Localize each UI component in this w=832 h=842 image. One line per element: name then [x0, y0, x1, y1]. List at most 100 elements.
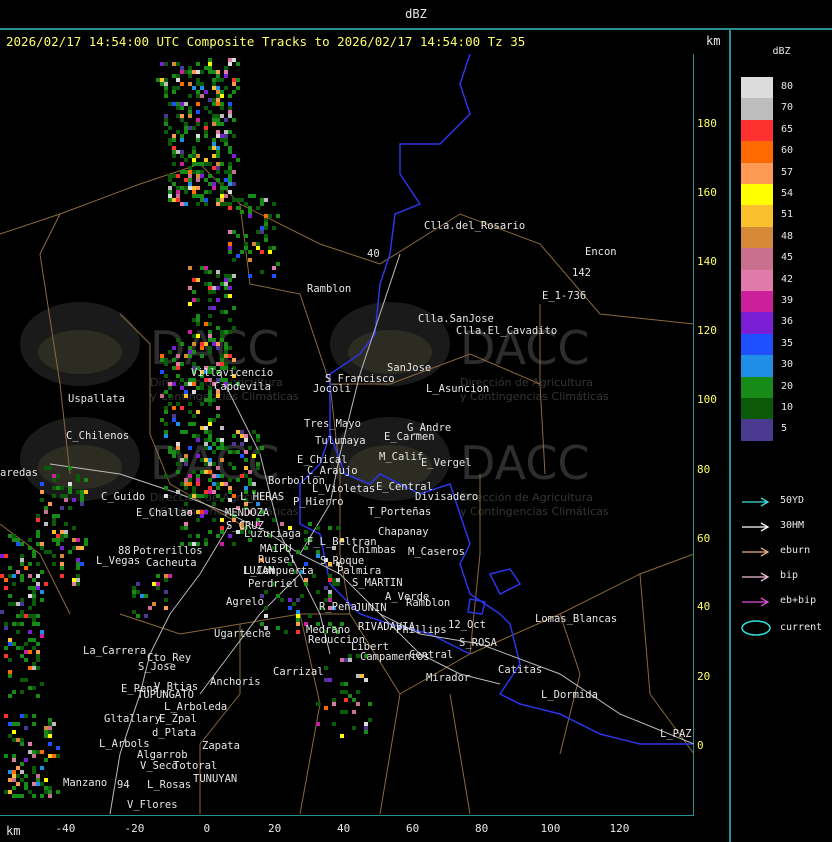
echo-cell — [316, 722, 320, 726]
echo-cell — [220, 134, 224, 138]
echo-cell — [248, 194, 252, 198]
echo-cell — [272, 546, 276, 550]
echo-cell — [208, 434, 212, 438]
echo-cell — [204, 342, 208, 346]
echo-cell — [208, 378, 212, 382]
echo-cell — [208, 338, 212, 342]
echo-cell — [248, 250, 252, 254]
echo-cell — [40, 542, 44, 546]
echo-cell — [232, 366, 236, 370]
echo-cell — [196, 510, 200, 514]
echo-cell — [32, 686, 36, 690]
echo-cell — [212, 186, 216, 190]
echo-cell — [160, 394, 164, 398]
echo-cell — [212, 418, 216, 422]
echo-cell — [184, 190, 188, 194]
echo-cell — [60, 566, 64, 570]
echo-cell — [208, 330, 212, 334]
echo-cell — [188, 154, 192, 158]
echo-cell — [164, 94, 168, 98]
echo-cell — [36, 694, 40, 698]
echo-cell — [304, 582, 308, 586]
echo-cell — [208, 174, 212, 178]
echo-cell — [196, 314, 200, 318]
track-legend-row: eburn — [741, 544, 832, 560]
echo-cell — [20, 778, 24, 782]
echo-cell — [232, 466, 236, 470]
echo-cell — [16, 542, 20, 546]
echo-cell — [20, 762, 24, 766]
echo-cell — [36, 750, 40, 754]
echo-cell — [188, 350, 192, 354]
echo-cell — [4, 622, 8, 626]
echo-cell — [188, 286, 192, 290]
echo-cell — [32, 646, 36, 650]
echo-cell — [12, 582, 16, 586]
echo-cell — [212, 502, 216, 506]
echo-cell — [228, 162, 232, 166]
echo-cell — [228, 250, 232, 254]
echo-cell — [216, 122, 220, 126]
echo-cell — [36, 542, 40, 546]
echo-cell — [188, 330, 192, 334]
echo-cell — [196, 322, 200, 326]
echo-cell — [176, 174, 180, 178]
echo-cell — [212, 78, 216, 82]
echo-cell — [188, 110, 192, 114]
echo-cell — [212, 122, 216, 126]
echo-cell — [228, 534, 232, 538]
echo-cell — [28, 750, 32, 754]
echo-cell — [220, 78, 224, 82]
echo-cell — [216, 86, 220, 90]
echo-cell — [204, 66, 208, 70]
echo-cell — [164, 90, 168, 94]
echo-cell — [228, 110, 232, 114]
radar-map[interactable]: DACCDirección de Agriculturay Contingenc… — [0, 54, 694, 816]
echo-cell — [164, 494, 168, 498]
echo-cell — [164, 122, 168, 126]
echo-cell — [208, 470, 212, 474]
echo-cell — [260, 198, 264, 202]
echo-cell — [176, 150, 180, 154]
echo-cell — [44, 510, 48, 514]
echo-cell — [212, 306, 216, 310]
echo-cell — [296, 614, 300, 618]
echo-cell — [324, 598, 328, 602]
echo-cell — [228, 490, 232, 494]
echo-cell — [52, 486, 56, 490]
echo-cell — [248, 274, 252, 278]
echo-cell — [216, 346, 220, 350]
echo-cell — [172, 382, 176, 386]
echo-cell — [236, 478, 240, 482]
echo-cell — [264, 198, 268, 202]
echo-cell — [304, 578, 308, 582]
echo-cell — [36, 518, 40, 522]
echo-cell — [172, 198, 176, 202]
echo-cell — [176, 450, 180, 454]
echo-cell — [36, 562, 40, 566]
echo-cell — [336, 526, 340, 530]
echo-cell — [48, 742, 52, 746]
echo-cell — [196, 102, 200, 106]
echo-cell — [20, 554, 24, 558]
echo-cell — [176, 366, 180, 370]
echo-cell — [20, 598, 24, 602]
echo-cell — [188, 354, 192, 358]
echo-cell — [168, 574, 172, 578]
echo-cell — [84, 542, 88, 546]
echo-cell — [196, 386, 200, 390]
echo-cell — [84, 538, 88, 542]
echo-cell — [212, 286, 216, 290]
echo-cell — [20, 714, 24, 718]
echo-cell — [48, 730, 52, 734]
echo-cell — [212, 146, 216, 150]
echo-cell — [196, 94, 200, 98]
echo-cell — [228, 106, 232, 110]
echo-cell — [204, 126, 208, 130]
legend-swatch — [741, 119, 773, 142]
echo-cell — [216, 446, 220, 450]
echo-cell — [20, 610, 24, 614]
echo-cell — [220, 526, 224, 530]
echo-cell — [228, 498, 232, 502]
echo-cell — [68, 490, 72, 494]
